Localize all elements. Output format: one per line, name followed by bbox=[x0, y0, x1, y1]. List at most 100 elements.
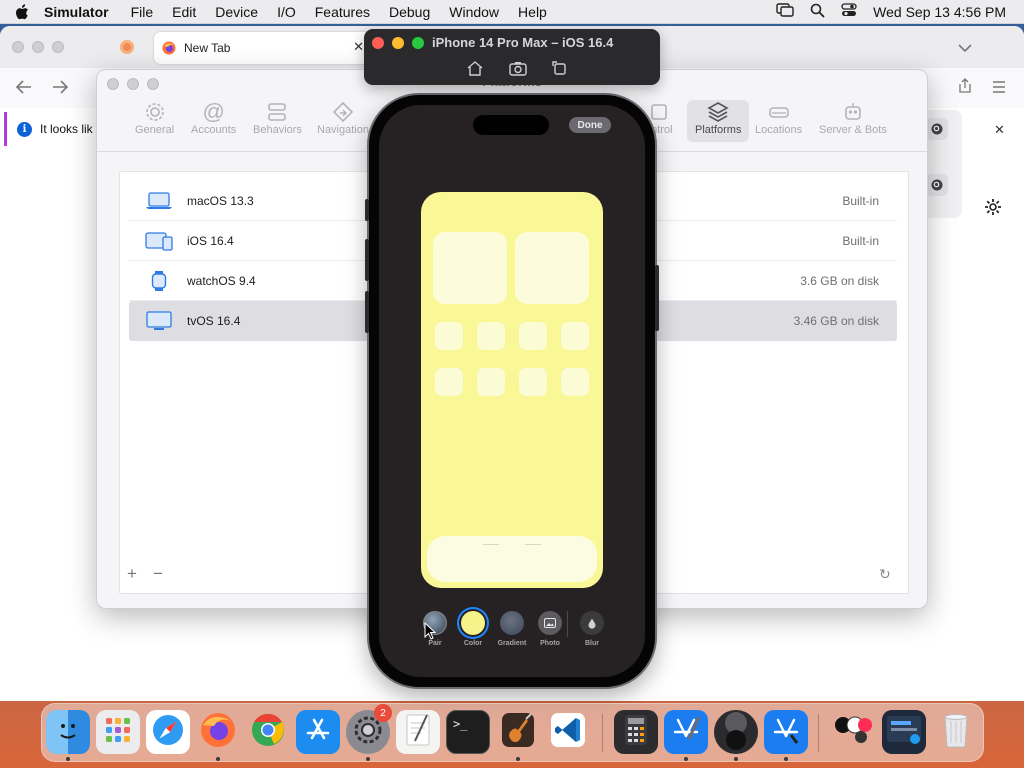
minimize-window-icon[interactable] bbox=[392, 37, 404, 49]
wallpaper-preview[interactable] bbox=[421, 192, 603, 588]
notification-close-icon[interactable]: ✕ bbox=[994, 122, 1005, 138]
dock-screen-sharing[interactable] bbox=[882, 710, 926, 754]
zoom-window-icon[interactable] bbox=[52, 41, 64, 53]
dock-finder[interactable] bbox=[46, 710, 90, 754]
dock-system-settings[interactable]: 2 bbox=[346, 704, 392, 754]
list-all-tabs-chevron-icon[interactable] bbox=[958, 39, 972, 57]
back-arrow-icon[interactable] bbox=[15, 80, 32, 99]
dock-separator bbox=[818, 714, 819, 752]
apple-menu-icon[interactable] bbox=[0, 3, 44, 20]
app-icon-placeholder bbox=[519, 322, 547, 350]
app-menu-icon[interactable] bbox=[992, 80, 1006, 98]
settings-gear-icon[interactable] bbox=[984, 198, 1002, 221]
menu-file[interactable]: File bbox=[131, 4, 154, 20]
search-engine-icon-2[interactable] bbox=[926, 174, 948, 196]
color-swatch-selected bbox=[461, 611, 485, 635]
minimize-window-icon[interactable] bbox=[32, 41, 44, 53]
control-center-icon[interactable] bbox=[841, 3, 857, 20]
dock-simulator[interactable] bbox=[714, 710, 758, 754]
device-screen[interactable]: Done Pair Color Gradient Photo Blur bbox=[379, 105, 645, 677]
dock-calculator[interactable] bbox=[614, 710, 658, 754]
xcode-beta-icon bbox=[769, 713, 803, 752]
tab-behaviors[interactable]: Behaviors bbox=[247, 100, 308, 142]
close-window-icon[interactable] bbox=[372, 37, 384, 49]
picker-gradient-label: Gradient bbox=[497, 640, 527, 647]
tab-platforms[interactable]: Platforms bbox=[687, 100, 750, 142]
app-icon-placeholder bbox=[561, 322, 589, 350]
volume-up-button[interactable] bbox=[365, 239, 369, 281]
share-icon[interactable] bbox=[958, 78, 972, 99]
dock-preview-app[interactable] bbox=[832, 710, 876, 754]
rotate-device-icon[interactable] bbox=[550, 60, 568, 76]
app-icon-placeholder bbox=[519, 368, 547, 396]
dock-chrome[interactable] bbox=[246, 710, 290, 754]
behaviors-icon bbox=[266, 100, 288, 124]
tab-general[interactable]: General bbox=[129, 100, 180, 142]
browser-window-controls[interactable] bbox=[12, 41, 64, 53]
dock-textedit[interactable] bbox=[396, 710, 440, 754]
xcode-hammer-icon bbox=[669, 713, 703, 752]
layers-icon bbox=[707, 100, 729, 124]
zoom-window-icon[interactable] bbox=[412, 37, 424, 49]
side-power-button[interactable] bbox=[655, 265, 659, 331]
running-indicator bbox=[216, 757, 220, 761]
devices-icon bbox=[141, 231, 177, 251]
menu-features[interactable]: Features bbox=[315, 4, 370, 20]
menu-app-name[interactable]: Simulator bbox=[44, 4, 109, 20]
picker-color[interactable]: Color bbox=[453, 611, 493, 647]
volume-down-button[interactable] bbox=[365, 291, 369, 333]
firefox-view-icon bbox=[119, 39, 135, 60]
platform-size: 3.6 GB on disk bbox=[800, 273, 879, 288]
menu-clock[interactable]: Wed Sep 13 4:56 PM bbox=[873, 4, 1006, 20]
tab-server-bots[interactable]: Server & Bots bbox=[813, 100, 893, 142]
dock-app-store[interactable] bbox=[296, 710, 340, 754]
platform-size: 3.46 GB on disk bbox=[793, 314, 879, 328]
dock-divider bbox=[483, 544, 499, 545]
tab-new-tab[interactable]: New Tab ✕ bbox=[154, 32, 372, 64]
dock-safari[interactable] bbox=[146, 710, 190, 754]
tab-accounts[interactable]: @ Accounts bbox=[185, 99, 242, 142]
search-engine-icon[interactable] bbox=[926, 118, 948, 140]
picker-color-label: Color bbox=[463, 640, 483, 647]
dock-terminal[interactable]: >_ bbox=[446, 710, 490, 754]
simulator-window-controls[interactable] bbox=[372, 37, 424, 49]
dock-vscode[interactable] bbox=[546, 710, 590, 754]
add-platform-button[interactable]: + bbox=[127, 564, 137, 584]
menu-help[interactable]: Help bbox=[518, 4, 547, 20]
dock-xcode[interactable] bbox=[664, 710, 708, 754]
menu-window[interactable]: Window bbox=[449, 4, 499, 20]
action-button[interactable] bbox=[365, 199, 369, 221]
tab-title: New Tab bbox=[184, 41, 231, 55]
menu-edit[interactable]: Edit bbox=[172, 4, 196, 20]
done-button[interactable]: Done bbox=[569, 117, 611, 133]
picker-blur[interactable]: Blur bbox=[572, 611, 612, 647]
robot-icon bbox=[842, 100, 864, 124]
remove-platform-button[interactable]: − bbox=[153, 564, 163, 584]
running-indicator bbox=[66, 757, 70, 761]
refresh-button[interactable]: ↻ bbox=[879, 566, 891, 583]
dock-launchpad[interactable] bbox=[96, 710, 140, 754]
platform-name: iOS 16.4 bbox=[187, 233, 234, 248]
dock-trash[interactable] bbox=[934, 710, 978, 754]
running-indicator bbox=[366, 757, 370, 761]
menu-device[interactable]: Device bbox=[215, 4, 258, 20]
tab-navigation[interactable]: Navigation bbox=[311, 100, 375, 142]
dock-firefox[interactable] bbox=[196, 710, 240, 754]
screenshot-camera-icon[interactable] bbox=[509, 60, 527, 76]
tab-close-icon[interactable]: ✕ bbox=[353, 39, 364, 55]
tab-locations[interactable]: Locations bbox=[749, 100, 808, 142]
picker-photo[interactable]: Photo bbox=[530, 611, 570, 647]
menu-io[interactable]: I/O bbox=[277, 4, 296, 20]
close-window-icon[interactable] bbox=[12, 41, 24, 53]
forward-arrow-icon[interactable] bbox=[52, 80, 69, 99]
app-icon-placeholder bbox=[435, 322, 463, 350]
spotlight-search-icon[interactable] bbox=[810, 3, 825, 21]
dock-xcode-beta[interactable] bbox=[764, 710, 808, 754]
menu-debug[interactable]: Debug bbox=[389, 4, 430, 20]
home-button-icon[interactable] bbox=[466, 60, 484, 76]
pinned-tab[interactable] bbox=[108, 34, 146, 64]
dock-instruments[interactable] bbox=[496, 710, 540, 754]
picker-gradient[interactable]: Gradient bbox=[492, 611, 532, 647]
screen-mirroring-icon[interactable] bbox=[776, 3, 794, 20]
vscode-icon bbox=[550, 712, 586, 753]
